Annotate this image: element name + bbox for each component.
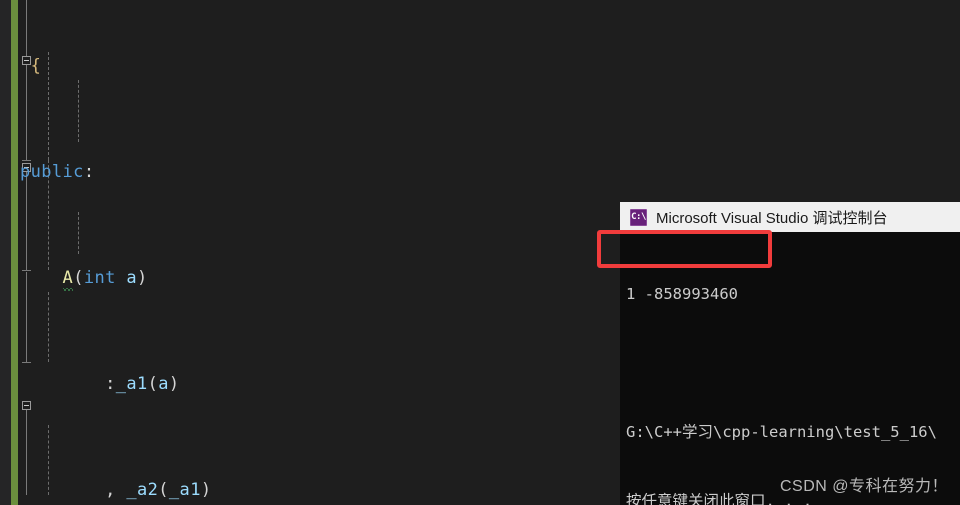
- token-colon-public: :: [83, 162, 95, 182]
- code-line-3: :_a1(a): [20, 371, 620, 398]
- token-keyword-public: public: [20, 162, 84, 182]
- token-constructor-name: A: [62, 268, 74, 288]
- token-paren-close-ctor: ): [137, 268, 148, 288]
- token-param-a: a: [126, 268, 138, 288]
- code-line-1: public:: [20, 159, 620, 186]
- token-init-arg-a1: _a1: [168, 480, 201, 500]
- code-line-4: , _a2(_a1): [20, 477, 620, 504]
- token-paren-open-init2: (: [158, 480, 169, 500]
- code-line-2: A(int a): [20, 265, 620, 292]
- token-paren-open-init1: (: [147, 374, 159, 394]
- console-titlebar[interactable]: C:\ Microsoft Visual Studio 调试控制台: [620, 202, 960, 232]
- selection-margin: [0, 0, 11, 505]
- console-output[interactable]: 1 -858993460 G:\C++学习\cpp-learning\test_…: [620, 232, 960, 505]
- token-init-comma: ,: [105, 480, 116, 500]
- csdn-watermark: CSDN @专科在努力！: [779, 478, 948, 495]
- token-paren-open-ctor: (: [73, 268, 84, 288]
- token-init-member-a2: _a2: [126, 480, 159, 500]
- token-paren-close-init1: ): [168, 374, 180, 394]
- token-paren-close-init2: ): [200, 480, 212, 500]
- token-brace-open-class: {: [30, 56, 42, 76]
- console-line-path: G:\C++学习\cpp-learning\test_5_16\: [626, 423, 937, 441]
- code-text[interactable]: { public: A(int a) :_a1(a) , _a2(_a1) {}…: [20, 0, 620, 505]
- token-init-colon: :: [105, 374, 116, 394]
- track-changes-margin: [11, 0, 18, 505]
- vs-console-icon: C:\: [630, 208, 647, 226]
- token-init-member-a1: _a1: [115, 374, 148, 394]
- annotation-highlight-box: [597, 230, 772, 268]
- screenshot-root: { public: A(int a) :_a1(a) , _a2(_a1) {}…: [0, 0, 960, 505]
- token-init-arg-a: a: [158, 374, 169, 394]
- code-line-0: {: [20, 53, 620, 80]
- console-line-blank: [626, 352, 960, 375]
- token-type-int-param: int: [83, 268, 116, 288]
- console-line-output: 1 -858993460: [626, 285, 738, 303]
- console-title: Microsoft Visual Studio 调试控制台: [656, 209, 888, 227]
